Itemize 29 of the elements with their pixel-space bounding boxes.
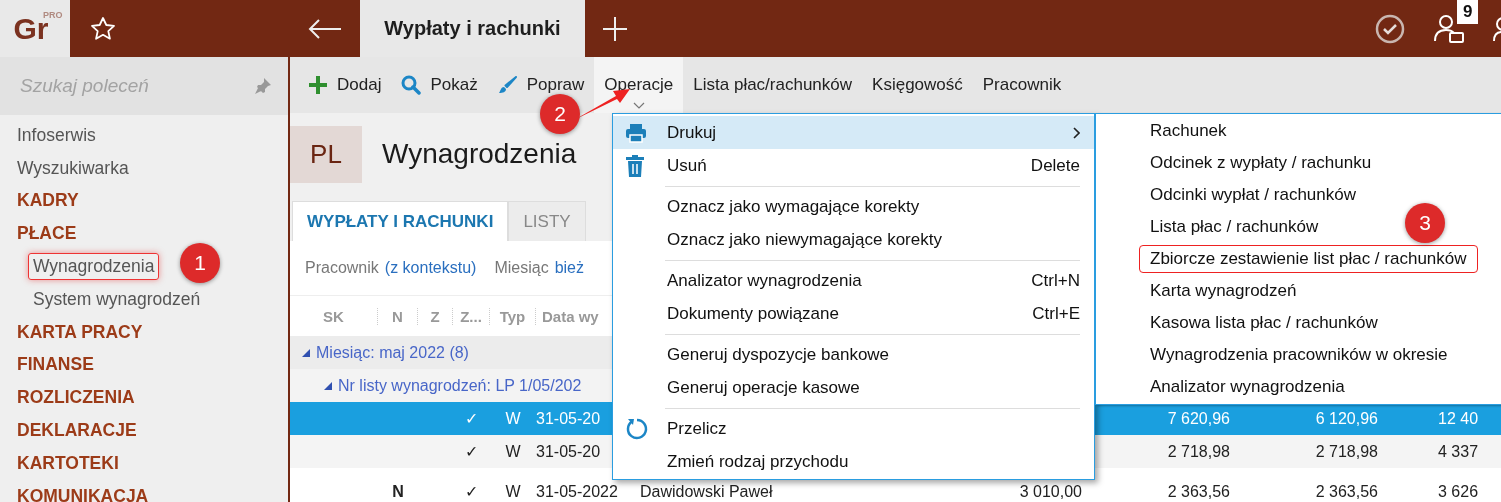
- table-cell-text: 7 620,96: [1166, 409, 1231, 428]
- table-cell-text: W: [504, 484, 522, 500]
- logo-tier-label: PRO: [43, 9, 63, 20]
- table-cell-text: 12 40: [1437, 409, 1480, 428]
- table-cell-text: 3 010,00: [1018, 484, 1083, 500]
- group-row-label: Nr listy wynagrodzeń: LP 1/05/202: [338, 376, 582, 395]
- table-cell-text: W: [504, 442, 522, 461]
- filter-label: Miesiąc: [494, 259, 549, 277]
- table-cell-text: 2 718,98: [1166, 442, 1231, 461]
- table-cell-text: ✓: [464, 442, 479, 461]
- group-row-label: Miesiąc: maj 2022 (8): [316, 343, 469, 362]
- table-cell-text: 2 363,56: [1314, 484, 1379, 500]
- table-cell-text: 2 718,98: [1314, 442, 1379, 461]
- table-cell-text: ✓: [464, 484, 479, 500]
- table-cell-text: 31-05-20: [536, 442, 602, 461]
- table-cell-text: W: [504, 409, 522, 428]
- table-cell-text: 4 337: [1437, 442, 1480, 461]
- filter-label: Pracownik: [305, 259, 379, 277]
- notification-badge: 9: [1457, 0, 1479, 24]
- module-badge: PL: [290, 125, 362, 183]
- table-cell-text: N: [391, 484, 405, 500]
- table-cell-text: 2 363,56: [1166, 484, 1231, 500]
- table-cell-text: 31-05-2022: [536, 484, 619, 500]
- table-cell-text: 6 120,96: [1314, 409, 1379, 428]
- table-cell-text: Dawidowski Paweł: [640, 484, 774, 500]
- page-title: Wynagrodzenia: [382, 138, 577, 170]
- table-cell-text: ✓: [464, 409, 479, 428]
- table-cell-text: 31-05-20: [536, 409, 602, 428]
- table-cell-text: 3 626: [1437, 484, 1480, 500]
